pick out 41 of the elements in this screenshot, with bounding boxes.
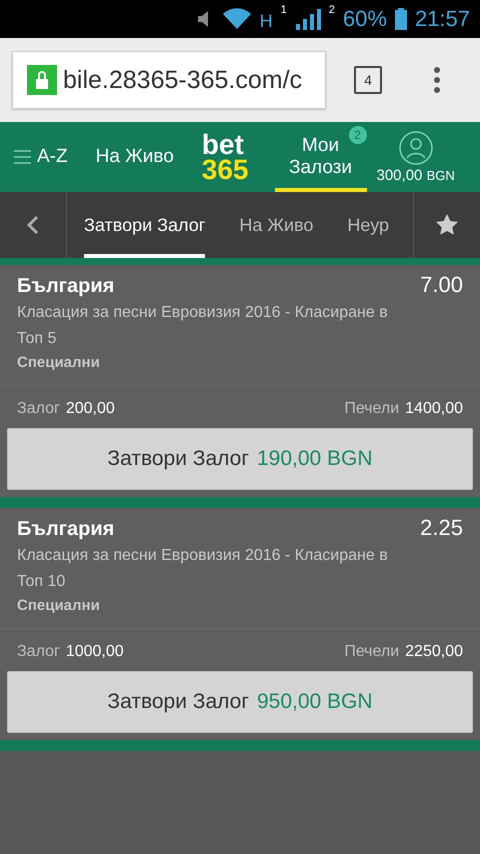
- bet365-logo[interactable]: bet 365: [202, 132, 248, 182]
- odds: 7.00: [420, 272, 463, 298]
- cash-out-button[interactable]: Затвори Залог 190,00 BGN: [7, 428, 473, 490]
- cash-out-button[interactable]: Затвори Залог 950,00 BGN: [7, 671, 473, 733]
- category-tab[interactable]: Неур: [347, 192, 390, 258]
- stake-value: 200,00: [66, 400, 115, 418]
- category-name: Специални: [17, 354, 101, 371]
- user-icon[interactable]: [398, 130, 433, 164]
- odds: 2.25: [420, 515, 463, 541]
- live-link[interactable]: На Живо: [96, 146, 174, 168]
- category-tab[interactable]: Затвори Залог: [84, 192, 206, 258]
- wifi-icon: [222, 8, 252, 30]
- bet-count-badge: 2: [348, 126, 366, 144]
- sim-label: 2: [328, 4, 335, 16]
- battery-icon: [394, 8, 407, 30]
- address-field[interactable]: bile.28365-365.com/c: [12, 51, 326, 109]
- category-name: Специални: [17, 597, 101, 614]
- tab-count-button[interactable]: 4: [354, 66, 382, 94]
- stake-label: Залог: [17, 400, 60, 418]
- returns-label: Печели: [344, 643, 400, 661]
- sim-label: 1: [280, 4, 287, 16]
- stake-value: 1000,00: [66, 643, 124, 661]
- returns-value: 1400,00: [405, 400, 463, 418]
- selection-name: България: [17, 275, 114, 298]
- returns-value: 2250,00: [405, 643, 463, 661]
- returns-label: Печели: [344, 400, 400, 418]
- a-z-menu[interactable]: A-Z: [14, 146, 68, 168]
- account-balance: 300,00 BGN: [376, 166, 455, 184]
- stake-label: Залог: [17, 643, 60, 661]
- menu-icon[interactable]: [434, 67, 440, 93]
- lock-icon: [27, 65, 57, 95]
- menu-icon: [14, 150, 31, 164]
- market-name: Класация за песни Евровизия 2016 - Класиране в Топ 5: [17, 303, 389, 349]
- battery-level: 60%: [342, 6, 387, 32]
- star-icon[interactable]: [435, 213, 459, 237]
- network-type: H: [260, 11, 273, 32]
- market-name: Класация за песни Евровизия 2016 - Класиране в Топ 10: [17, 546, 389, 592]
- signal-icon: [294, 8, 321, 30]
- selection-name: България: [17, 518, 114, 541]
- clock: 21:57: [414, 6, 470, 32]
- category-tab[interactable]: На Живо: [239, 192, 314, 258]
